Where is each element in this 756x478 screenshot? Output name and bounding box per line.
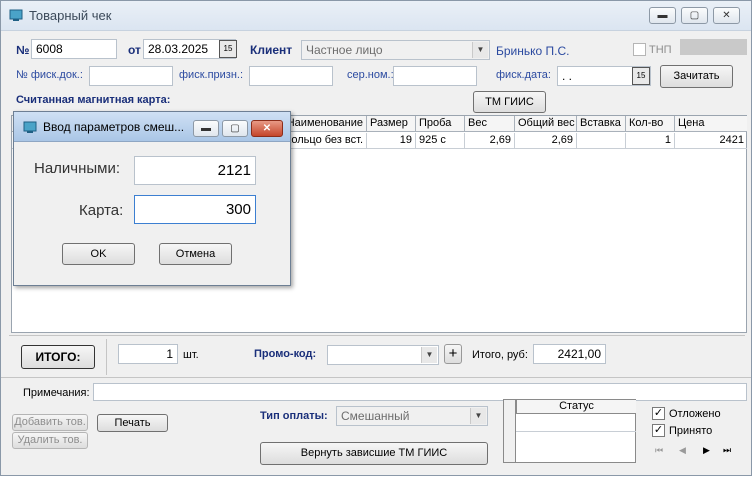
- next-record-icon[interactable]: ▶: [703, 445, 710, 456]
- ok-button[interactable]: OK: [62, 243, 135, 265]
- total-field: 2421,00: [533, 344, 606, 364]
- client-select[interactable]: Частное лицо ▼: [301, 40, 490, 60]
- table-cell[interactable]: 925 с: [416, 133, 465, 149]
- tnp-label: ТНП: [649, 44, 672, 56]
- accepted-label: Принято: [669, 425, 713, 437]
- number-label: №: [16, 43, 30, 57]
- divider: [9, 335, 745, 336]
- client-label: Клиент: [250, 43, 293, 57]
- close-button[interactable]: ✕: [713, 7, 740, 24]
- status-row: [516, 414, 636, 432]
- promo-label: Промо-код:: [254, 348, 317, 360]
- divider: [1, 377, 751, 378]
- table-cell[interactable]: 1: [626, 133, 675, 149]
- dialog-body: Наличными: 2121 Карта: 300 OK Отмена: [20, 143, 284, 280]
- title-bar[interactable]: Товарный чек ▬ ▢ ✕: [1, 1, 751, 31]
- dialog-title: Ввод параметров смеш...: [43, 120, 185, 134]
- column-header[interactable]: Размер: [367, 116, 416, 132]
- seller-name: Бринько П.С.: [496, 44, 570, 58]
- qty-unit: шт.: [183, 349, 199, 361]
- divider: [106, 339, 107, 375]
- serial-field[interactable]: [393, 66, 477, 86]
- dialog-maximize-button[interactable]: ▢: [222, 120, 248, 137]
- card-field[interactable]: 300: [134, 195, 256, 224]
- return-tm-giis-button[interactable]: Вернуть зависшие ТМ ГИИС: [260, 442, 488, 465]
- promo-select[interactable]: ▼: [327, 345, 439, 365]
- notes-label: Примечания:: [23, 387, 90, 399]
- mixed-payment-dialog: Ввод параметров смеш... ▬ ▢ ✕ Наличными:…: [13, 111, 291, 286]
- minimize-button[interactable]: ▬: [649, 7, 676, 24]
- column-header[interactable]: Вставка: [577, 116, 626, 132]
- fisc-doc-label: № фиск.док.:: [16, 69, 83, 81]
- tnp-value-field: [680, 39, 747, 55]
- payment-type-select[interactable]: Смешанный ▼: [336, 406, 488, 426]
- chevron-down-icon[interactable]: ▼: [470, 408, 486, 424]
- fisc-sign-label: фиск.призн.:: [179, 69, 244, 81]
- dialog-close-button[interactable]: ✕: [251, 120, 283, 137]
- window-title: Товарный чек: [29, 8, 112, 23]
- fisc-date-label: фиск.дата:: [496, 69, 551, 81]
- print-button[interactable]: Печать: [97, 414, 168, 432]
- fisc-sign-field[interactable]: [249, 66, 333, 86]
- add-item-button[interactable]: Добавить тов.: [12, 414, 88, 431]
- app-icon: [9, 9, 23, 22]
- prev-record-icon[interactable]: ◀: [679, 445, 686, 456]
- last-record-icon[interactable]: ⏭: [723, 445, 731, 456]
- card-label: Карта:: [79, 202, 124, 219]
- status-row-indicator: [504, 400, 516, 462]
- dialog-minimize-button[interactable]: ▬: [193, 120, 219, 137]
- column-header[interactable]: Цена: [675, 116, 747, 132]
- table-cell[interactable]: 19: [367, 133, 416, 149]
- postponed-label: Отложено: [669, 408, 721, 420]
- column-header[interactable]: Кол-во: [626, 116, 675, 132]
- calendar-icon[interactable]: 15: [219, 40, 237, 58]
- chevron-down-icon[interactable]: ▼: [421, 347, 437, 363]
- payment-type-value: Смешанный: [341, 409, 410, 423]
- postponed-checkbox[interactable]: ✓: [652, 407, 665, 420]
- tm-giis-button[interactable]: ТМ ГИИС: [473, 91, 546, 113]
- cash-field[interactable]: 2121: [134, 156, 256, 185]
- accepted-checkbox[interactable]: ✓: [652, 424, 665, 437]
- status-panel[interactable]: Статус: [503, 399, 636, 463]
- fisc-calendar-icon[interactable]: 15: [632, 67, 650, 85]
- first-record-icon[interactable]: ⏮: [655, 445, 663, 456]
- cash-label: Наличными:: [34, 160, 121, 177]
- status-header: Статус: [516, 400, 636, 414]
- table-cell[interactable]: 2421: [675, 133, 747, 149]
- client-value: Частное лицо: [306, 43, 383, 57]
- notes-field[interactable]: [93, 383, 747, 401]
- table-cell[interactable]: 2,69: [465, 133, 515, 149]
- table-cell[interactable]: [577, 133, 626, 149]
- tnp-checkbox[interactable]: [633, 43, 646, 56]
- fisc-doc-field[interactable]: [89, 66, 173, 86]
- column-header[interactable]: Вес: [465, 116, 515, 132]
- add-promo-button[interactable]: +: [444, 344, 462, 364]
- date-label: от: [128, 43, 141, 57]
- qty-field[interactable]: 1: [118, 344, 178, 364]
- chevron-down-icon[interactable]: ▼: [472, 42, 488, 58]
- dialog-app-icon: [23, 121, 37, 134]
- read-button[interactable]: Зачитать: [660, 65, 733, 88]
- maximize-button[interactable]: ▢: [681, 7, 708, 24]
- total-button[interactable]: ИТОГО:: [21, 345, 95, 369]
- number-field[interactable]: 6008: [31, 39, 117, 59]
- column-header[interactable]: Общий вес: [515, 116, 577, 132]
- magnetic-card-label: Считанная магнитная карта:: [16, 94, 171, 106]
- table-cell[interactable]: 2,69: [515, 133, 577, 149]
- remove-item-button[interactable]: Удалить тов.: [12, 432, 88, 449]
- dialog-title-bar[interactable]: Ввод параметров смеш... ▬ ▢ ✕: [14, 112, 290, 142]
- column-header[interactable]: Проба: [416, 116, 465, 132]
- cancel-button[interactable]: Отмена: [159, 243, 232, 265]
- total-label: Итого, руб:: [472, 349, 528, 361]
- payment-type-label: Тип оплаты:: [260, 410, 328, 422]
- serial-label: сер.ном.:: [347, 69, 394, 81]
